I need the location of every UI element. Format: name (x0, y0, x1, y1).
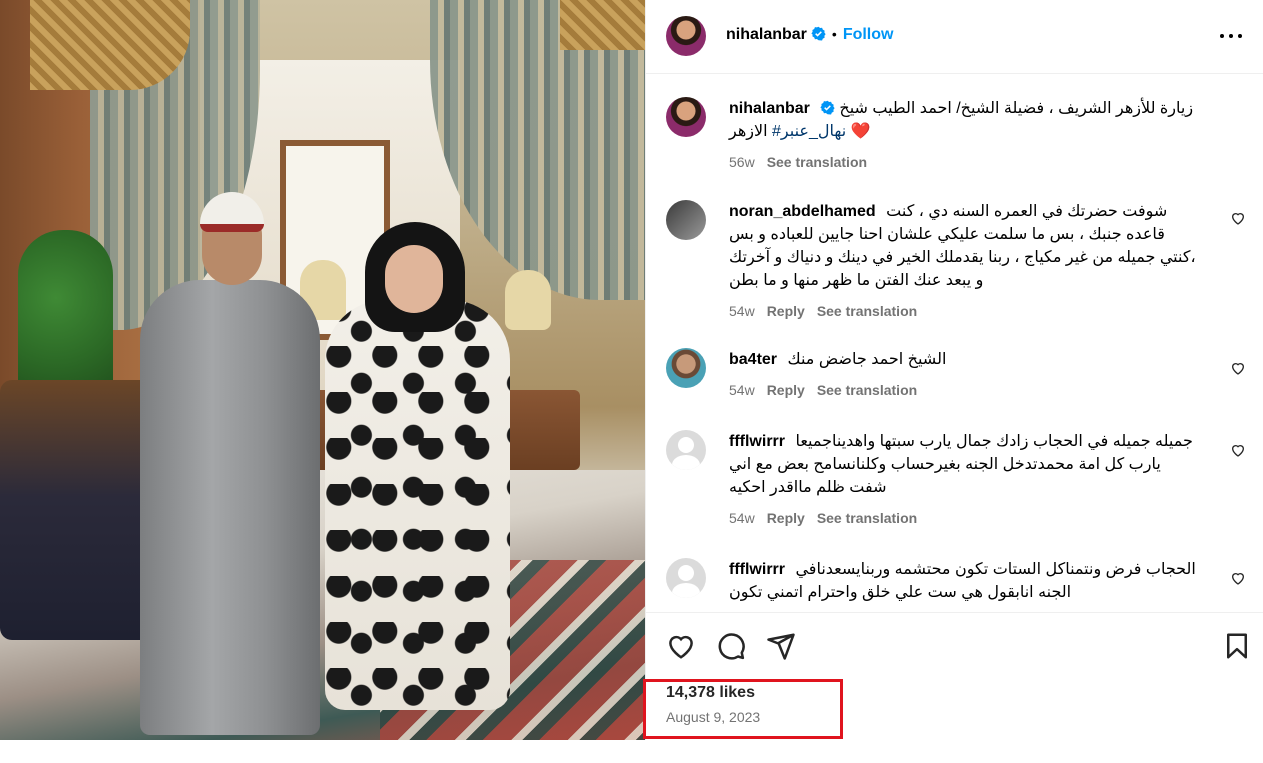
follow-button[interactable]: Follow (843, 26, 894, 43)
comment-line: ba4ter الشيخ احمد جاضض منك (729, 348, 1199, 371)
caption-hashtag[interactable]: #نهال_عنبر (772, 123, 846, 140)
heart-small-icon[interactable] (1230, 360, 1246, 376)
author-username[interactable]: nihalanbar (726, 26, 807, 43)
comment-line: ffflwirrr جميله جميله في الحجاب زادك جما… (729, 430, 1199, 499)
photo-lamp (505, 270, 551, 330)
comment-icon[interactable] (716, 631, 746, 661)
comment-text: الشيخ احمد جاضض منك (787, 351, 947, 368)
photo-valance (30, 0, 190, 90)
photo-man (140, 280, 320, 735)
post-photo[interactable] (0, 0, 645, 740)
photo-woman-face (385, 245, 443, 313)
comment-username[interactable]: ffflwirrr (729, 433, 785, 450)
comment-time[interactable]: 54w (729, 510, 755, 526)
post-actions-bar (646, 612, 1263, 678)
comment-body: ffflwirrr جميله جميله في الحجاب زادك جما… (729, 430, 1229, 530)
likes-count[interactable]: 14,378 likes (666, 684, 755, 702)
comments-feed[interactable]: nihalanbar زيارة للأزهر الشريف ، فضيلة ا… (646, 75, 1263, 612)
heart-small-icon[interactable] (1230, 210, 1246, 226)
see-translation-link[interactable]: See translation (817, 382, 917, 398)
comment-meta: 54w Reply See translation (729, 507, 1229, 530)
comment-line: noran_abdelhamed شوفت حضرتك في العمره ال… (729, 200, 1199, 292)
reply-button[interactable]: Reply (767, 382, 805, 398)
comment-meta: 54w Reply See translation (729, 300, 1229, 323)
comment-meta: 54w Reply See translation (729, 379, 1229, 402)
verified-badge-icon (820, 100, 835, 115)
author-line: nihalanbar • Follow (726, 26, 893, 44)
heart-icon[interactable] (666, 631, 696, 661)
caption-body: nihalanbar زيارة للأزهر الشريف ، فضيلة ا… (729, 97, 1229, 174)
caption-avatar[interactable] (666, 97, 706, 137)
comment-username[interactable]: noran_abdelhamed (729, 203, 876, 220)
photo-plant (18, 230, 113, 400)
heart-small-icon[interactable] (1230, 570, 1246, 586)
more-options-icon[interactable] (1220, 26, 1244, 46)
share-icon[interactable] (766, 631, 796, 661)
comment-username[interactable]: ba4ter (729, 351, 777, 368)
verified-badge-icon (811, 26, 826, 41)
comment-text: الحجاب فرض ونتمناكل الستات تكون محتشمه و… (729, 561, 1196, 601)
comment-text: جميله جميله في الحجاب زادك جمال يارب سبت… (729, 433, 1193, 496)
comment-time[interactable]: 54w (729, 303, 755, 319)
post-side-panel: nihalanbar • Follow nihalanbar زيارة للأزه… (645, 0, 1263, 740)
photo-valance-right (560, 0, 645, 50)
comment-avatar[interactable] (666, 200, 706, 240)
caption-line: nihalanbar زيارة للأزهر الشريف ، فضيلة ا… (729, 97, 1219, 143)
reply-button[interactable]: Reply (767, 510, 805, 526)
post-header: nihalanbar • Follow (646, 0, 1263, 74)
caption-time[interactable]: 56w (729, 154, 755, 170)
heart-emoji: ❤️ (850, 123, 871, 140)
author-avatar[interactable] (666, 16, 706, 56)
comment-avatar[interactable] (666, 558, 706, 598)
comment-time[interactable]: 54w (729, 382, 755, 398)
photo-woman (325, 300, 510, 710)
caption-username[interactable]: nihalanbar (729, 100, 810, 117)
post-date[interactable]: August 9, 2023 (666, 709, 760, 725)
photo-chair (0, 380, 160, 640)
comment-username[interactable]: ffflwirrr (729, 561, 785, 578)
comment-avatar[interactable] (666, 430, 706, 470)
see-translation-link[interactable]: See translation (817, 303, 917, 319)
reply-button[interactable]: Reply (767, 303, 805, 319)
comment-body: ffflwirrr الحجاب فرض ونتمناكل الستات تكو… (729, 558, 1229, 604)
separator-dot: • (831, 26, 837, 42)
bookmark-icon[interactable] (1222, 631, 1252, 661)
comment-body: noran_abdelhamed شوفت حضرتك في العمره ال… (729, 200, 1229, 323)
see-translation-link[interactable]: See translation (767, 154, 867, 170)
caption-meta: 56w See translation (729, 151, 1229, 174)
heart-small-icon[interactable] (1230, 442, 1246, 458)
comment-avatar[interactable] (666, 348, 706, 388)
see-translation-link[interactable]: See translation (817, 510, 917, 526)
comment-line: ffflwirrr الحجاب فرض ونتمناكل الستات تكو… (729, 558, 1199, 604)
comment-body: ba4ter الشيخ احمد جاضض منك 54w Reply See t… (729, 348, 1229, 402)
